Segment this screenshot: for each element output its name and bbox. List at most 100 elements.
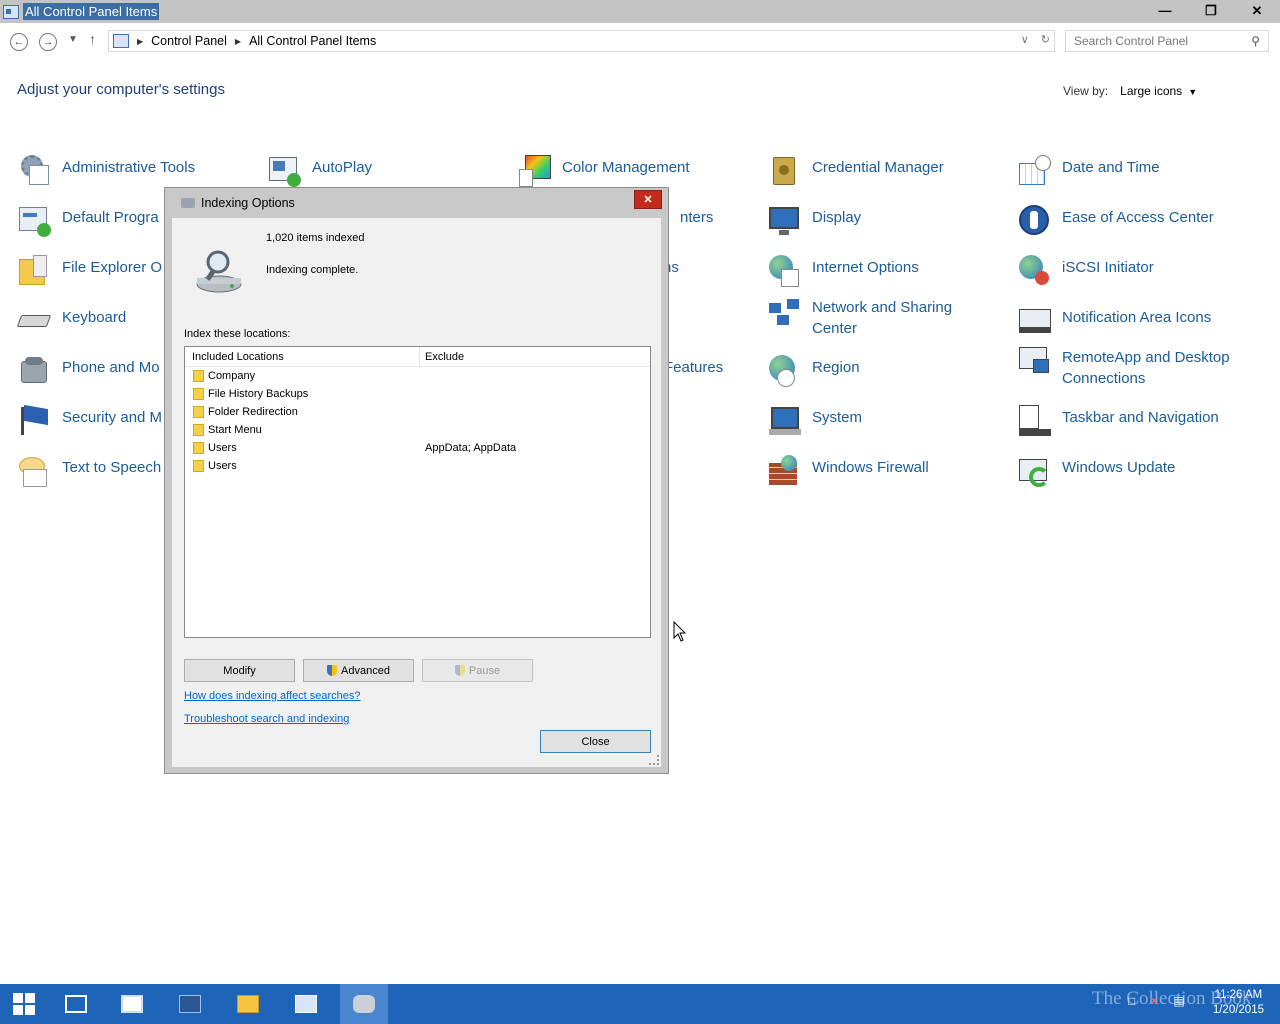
cp-item-iscsi-initiator[interactable]: iSCSI Initiator [1019, 255, 1154, 287]
back-arrow-icon[interactable]: ← [10, 33, 28, 51]
globe-icon [769, 255, 803, 287]
cp-item-windows-firewall[interactable]: Windows Firewall [769, 455, 929, 487]
resize-grip-icon[interactable] [649, 755, 659, 765]
cp-item-notification-area-icons[interactable]: Notification Area Icons [1019, 305, 1211, 337]
cp-item-default-programs[interactable]: Default Progra [19, 205, 159, 237]
locations-list[interactable]: Included Locations Exclude Company File … [184, 346, 651, 638]
forward-arrow-icon[interactable]: → [39, 33, 57, 51]
folder-icon [193, 460, 204, 472]
cp-item-windows-update[interactable]: Windows Update [1019, 455, 1175, 487]
location-row[interactable]: Users [185, 457, 650, 475]
cp-item-keyboard[interactable]: Keyboard [16, 305, 126, 337]
address-bar[interactable]: ▶ Control Panel ▶ All Control Panel Item… [108, 30, 1055, 52]
dialog-close-icon[interactable]: ✕ [634, 190, 662, 209]
cp-item-credential-manager[interactable]: Credential Manager [769, 155, 944, 187]
network-tray-icon[interactable]: □ [1128, 994, 1135, 1008]
remoteapp-icon [1019, 345, 1053, 377]
refresh-icon[interactable]: ↻ [1041, 33, 1050, 46]
close-button[interactable]: Close [540, 730, 651, 753]
view-by-dropdown[interactable]: Large icons ▼ [1120, 84, 1197, 98]
column-header-exclude[interactable]: Exclude [425, 351, 464, 363]
maximize-button[interactable]: ❐ [1188, 0, 1234, 21]
system-clock[interactable]: 11:26 AM 1/20/2015 [1213, 988, 1264, 1018]
cp-item-date-and-time[interactable]: Date and Time [1019, 155, 1160, 187]
file-explorer-button[interactable] [224, 984, 272, 1024]
cp-item-network-and-sharing-center[interactable]: Network and Sharing Center [769, 295, 952, 339]
cp-item-remoteapp-connections[interactable]: RemoteApp and Desktop Connections [1019, 345, 1230, 389]
volume-tray-icon[interactable]: ✕ [1149, 994, 1159, 1008]
cp-item-color-management[interactable]: Color Management [519, 155, 690, 187]
powershell-button[interactable] [166, 984, 214, 1024]
indexing-affect-searches-link[interactable]: How does indexing affect searches? [184, 690, 361, 702]
cp-item-ease-of-access[interactable]: Ease of Access Center [1019, 205, 1214, 237]
cp-item-autoplay[interactable]: AutoPlay [269, 155, 372, 187]
location-row[interactable]: Company [185, 367, 650, 385]
indexing-taskbar-icon [353, 995, 375, 1013]
task-view-button[interactable] [52, 984, 100, 1024]
window-title-bar[interactable]: All Control Panel Items — ❐ ✕ [0, 0, 1280, 23]
default-programs-icon [19, 205, 53, 237]
cp-item-devices-and-printers[interactable]: nters [680, 205, 713, 228]
cp-item-system[interactable]: System [769, 405, 862, 437]
remoteapp-label-line2: Connections [1062, 370, 1146, 387]
powershell-icon [179, 995, 201, 1013]
dialog-body: 1,020 items indexed Indexing complete. I… [172, 218, 661, 767]
uac-shield-icon [454, 665, 465, 676]
navigation-bar: ← → ▼ ↑ ▶ Control Panel ▶ All Control Pa… [0, 27, 1280, 55]
cp-item-internet-options[interactable]: Internet Options [769, 255, 919, 287]
network-icon [769, 295, 803, 327]
pause-button[interactable]: Pause [422, 659, 533, 682]
cp-item-programs-and-features[interactable]: Features [664, 355, 723, 378]
cp-item-administrative-tools[interactable]: Administrative Tools [19, 155, 195, 187]
up-arrow-icon[interactable]: ↑ [89, 31, 96, 47]
indexing-options-taskbar-button[interactable] [340, 984, 388, 1024]
minimize-button[interactable]: — [1142, 0, 1188, 21]
advanced-button[interactable]: Advanced [303, 659, 414, 682]
location-row[interactable]: File History Backups [185, 385, 650, 403]
breadcrumb-separator-icon[interactable]: ▶ [235, 37, 241, 46]
server-manager-button[interactable] [108, 984, 156, 1024]
folder-options-icon [19, 255, 53, 287]
phone-modem-icon [19, 355, 53, 387]
breadcrumb-control-panel[interactable]: Control Panel [151, 34, 227, 48]
calendar-clock-icon [1019, 155, 1053, 187]
cp-item-file-explorer-options[interactable]: File Explorer O [19, 255, 162, 287]
cp-item-security-and-maintenance[interactable]: Security and M [19, 404, 162, 437]
column-header-included[interactable]: Included Locations [192, 351, 284, 363]
indexing-options-dialog: Indexing Options ✕ 1,020 items indexed I… [164, 187, 669, 774]
cp-item-taskbar-and-navigation[interactable]: Taskbar and Navigation [1019, 405, 1219, 437]
location-name: File History Backups [208, 388, 309, 400]
remoteapp-label-line1: RemoteApp and Desktop [1062, 349, 1230, 366]
cp-item-text-to-speech[interactable]: Text to Speech [19, 455, 161, 487]
dialog-title-bar[interactable]: Indexing Options [165, 188, 668, 218]
search-icon[interactable]: ⚲ [1251, 34, 1260, 48]
cp-item-region[interactable]: Region [769, 355, 860, 387]
administrative-tools-icon [19, 155, 53, 187]
clock-time: 11:26 AM [1214, 989, 1263, 1001]
location-row[interactable]: Start Menu [185, 421, 650, 439]
breadcrumb-separator-icon[interactable]: ▶ [137, 37, 143, 46]
modify-button[interactable]: Modify [184, 659, 295, 682]
cp-item-phone-and-modem[interactable]: Phone and Mo [19, 355, 160, 387]
cp-item-display[interactable]: Display [769, 205, 861, 237]
address-dropdown-icon[interactable]: ∨ [1021, 33, 1029, 46]
recent-locations-chevron-icon[interactable]: ▼ [68, 34, 78, 45]
search-input[interactable]: Search Control Panel ⚲ [1065, 30, 1269, 52]
window-title: All Control Panel Items [23, 3, 160, 20]
breadcrumb-all-items[interactable]: All Control Panel Items [249, 34, 376, 48]
system-tray: □ ✕ ▤ [1128, 994, 1185, 1008]
view-by-label: View by: [1063, 84, 1109, 98]
firewall-icon [769, 455, 803, 487]
action-center-icon[interactable]: ▤ [1173, 994, 1184, 1008]
system-icon [769, 405, 803, 437]
page-title: Adjust your computer's settings [17, 81, 225, 98]
troubleshoot-indexing-link[interactable]: Troubleshoot search and indexing [184, 713, 349, 725]
location-row[interactable]: Folder Redirection [185, 403, 650, 421]
ease-of-access-icon [1019, 205, 1053, 237]
control-panel-taskbar-button[interactable] [282, 984, 330, 1024]
start-button[interactable] [0, 984, 48, 1024]
close-window-button[interactable]: ✕ [1234, 0, 1280, 21]
taskbar: The Collection Book □ ✕ ▤ 11:26 AM 1/20/… [0, 984, 1280, 1024]
location-row[interactable]: Users AppData; AppData [185, 439, 650, 457]
control-panel-icon [3, 4, 19, 19]
